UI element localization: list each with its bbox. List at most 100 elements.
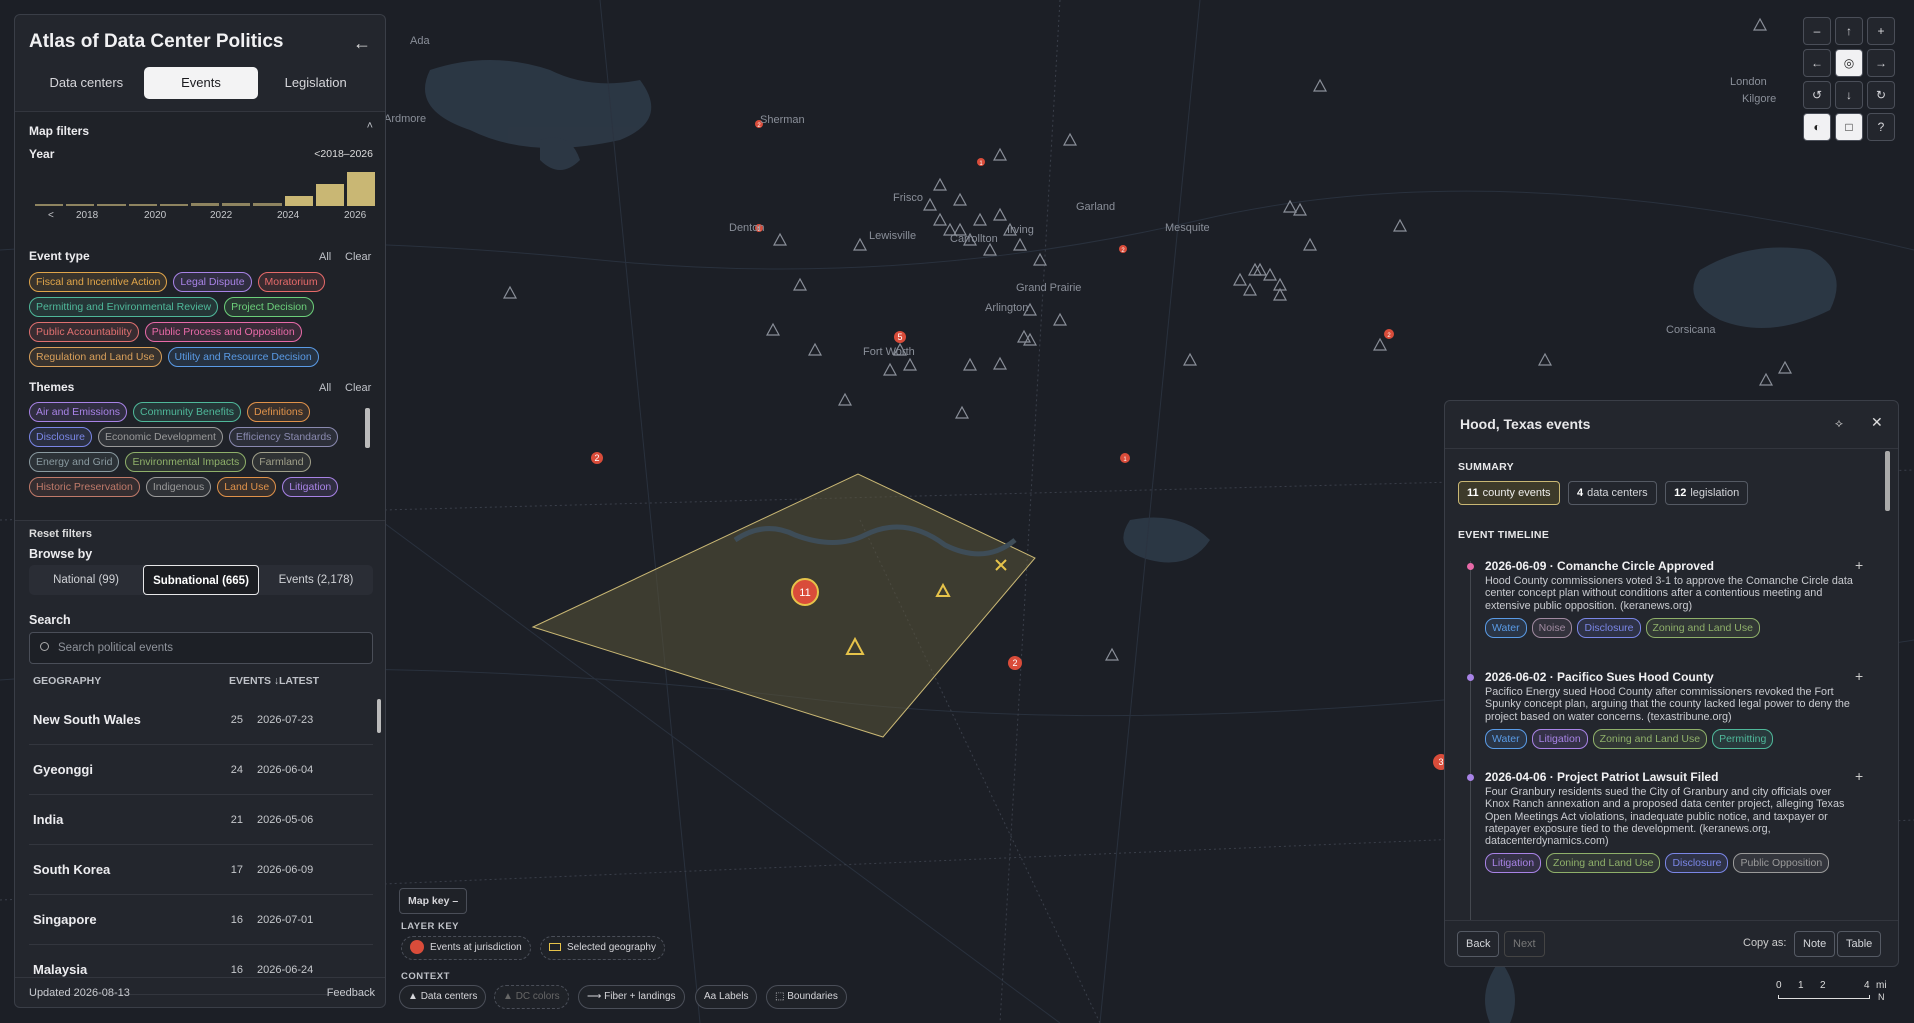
year-bar[interactable] [346,172,376,206]
timeline-event[interactable]: 2026-04-06 · Project Patriot Lawsuit Fil… [1485,770,1855,874]
feedback-link[interactable]: Feedback [327,987,375,999]
year-bar[interactable] [315,183,344,206]
event-tag[interactable]: Litigation [1531,728,1588,749]
map-control-button[interactable]: → [1867,49,1895,77]
table-row[interactable]: South Korea 17 2026-06-09 [29,845,373,895]
browse-tab-subnational[interactable]: Subnational (665) [143,565,259,595]
theme-chip[interactable]: Indigenous [145,477,212,497]
event-tag[interactable]: Disclosure [1577,617,1641,638]
event-tag[interactable]: Permitting [1712,728,1774,749]
browse-tab-events[interactable]: Events (2,178) [259,565,373,595]
year-histogram[interactable] [35,170,376,206]
close-icon[interactable]: ✕ [1871,414,1883,431]
theme-chip[interactable]: Historic Preservation [29,477,140,497]
timeline-event[interactable]: 2026-06-02 · Pacifico Sues Hood County P… [1485,670,1855,749]
event-type-chip[interactable]: Permitting and Environmental Review [29,297,219,317]
table-row[interactable]: India 21 2026-05-06 [29,795,373,845]
col-latest[interactable]: LATEST [279,675,319,687]
map-control-button[interactable]: □ [1835,113,1863,141]
tab-events[interactable]: Events [143,67,259,99]
theme-chip[interactable]: Community Benefits [133,402,241,422]
event-type-chip[interactable]: Fiscal and Incentive Action [29,272,168,292]
event-type-chip[interactable]: Moratorium [257,272,325,292]
copy-note-button[interactable]: Note [1794,931,1836,957]
pin-icon[interactable]: ⟡ [1835,416,1843,431]
map-control-button[interactable]: ↺ [1803,81,1831,109]
event-type-chip[interactable]: Project Decision [224,297,314,317]
tab-legislation[interactable]: Legislation [258,67,373,99]
theme-chip[interactable]: Air and Emissions [29,402,128,422]
year-bar[interactable] [97,204,126,206]
year-bar[interactable] [159,204,188,206]
timeline-event[interactable]: 2026-06-09 · Comanche Circle Approved Ho… [1485,559,1855,638]
theme-chip[interactable]: Litigation [282,477,339,497]
table-row[interactable]: Singapore 16 2026-07-01 [29,895,373,945]
search-input[interactable] [58,633,358,663]
context-fiber-toggle[interactable]: ⟶ Fiber + landings [578,985,685,1009]
back-button[interactable]: Back [1457,931,1500,957]
event-tag[interactable]: Water [1485,617,1527,638]
summary-data-centers[interactable]: 4 data centers [1567,481,1657,505]
theme-chip[interactable]: Definitions [246,402,311,422]
event-tag[interactable]: Zoning and Land Use [1592,728,1708,749]
year-bar[interactable] [128,204,157,206]
year-bar[interactable] [190,203,220,206]
map-key-button[interactable]: Map key – [399,888,468,914]
context-dc-colors-toggle[interactable]: ▲ DC colors [494,985,569,1009]
arrow-left-icon[interactable]: ← [353,33,371,54]
context-data-centers-toggle[interactable]: ▲ Data centers [399,985,487,1009]
map-control-button[interactable]: ◎ [1835,49,1863,77]
theme-chip[interactable]: Land Use [217,477,277,497]
themes-scrollbar[interactable] [365,408,370,448]
theme-chip[interactable]: Energy and Grid [29,452,120,472]
add-icon[interactable]: + [1855,768,1863,784]
event-type-chip[interactable]: Utility and Resource Decision [167,347,319,367]
map-control-button[interactable]: + [1867,17,1895,45]
add-icon[interactable]: + [1855,557,1863,573]
context-boundaries-toggle[interactable]: ⬚ Boundaries [766,985,847,1009]
add-icon[interactable]: + [1855,668,1863,684]
themes-all[interactable]: All [319,382,331,394]
col-events[interactable]: EVENTS ↓ [229,675,279,687]
event-type-chip[interactable]: Legal Dispute [173,272,252,292]
event-tag[interactable]: Noise [1531,617,1573,638]
next-button[interactable]: Next [1504,931,1545,957]
map-control-button[interactable]: ↓ [1835,81,1863,109]
map-control-button[interactable]: ? [1867,113,1895,141]
collapse-icon[interactable]: ˄ [367,120,373,132]
tab-data-centers[interactable]: Data centers [29,67,144,99]
event-tag[interactable]: Litigation [1485,853,1542,874]
themes-clear[interactable]: Clear [345,382,371,394]
col-geography[interactable]: GEOGRAPHY [33,675,101,687]
copy-table-button[interactable]: Table [1837,931,1882,957]
table-row[interactable]: New South Wales 25 2026-07-23 [29,695,373,745]
table-scrollbar[interactable] [377,699,381,733]
table-row[interactable]: Gyeonggi 24 2026-06-04 [29,745,373,795]
year-bar[interactable] [222,203,251,206]
map-control-button[interactable]: ← [1803,49,1831,77]
year-bar[interactable] [35,204,64,206]
year-bar[interactable] [66,204,95,206]
detail-scrollbar[interactable] [1885,451,1890,511]
year-bar[interactable] [253,203,282,206]
theme-chip[interactable]: Farmland [252,452,311,472]
map-control-button[interactable]: ↻ [1867,81,1895,109]
theme-chip[interactable]: Efficiency Standards [228,427,339,447]
layer-selected-geography-toggle[interactable]: Selected geography [540,936,665,960]
event-type-chip[interactable]: Public Process and Opposition [144,322,302,342]
event-tag[interactable]: Public Opposition [1733,853,1830,874]
map-control-button[interactable]: – [1803,17,1831,45]
browse-tab-national[interactable]: National (99) [29,565,143,595]
map-control-button[interactable]: ◐ [1803,113,1831,141]
layer-events-toggle[interactable]: Events at jurisdiction [401,936,531,960]
year-bar[interactable] [284,196,313,206]
theme-chip[interactable]: Disclosure [29,427,93,447]
context-labels-toggle[interactable]: Aa Labels [695,985,758,1009]
event-tag[interactable]: Disclosure [1665,853,1729,874]
map-control-button[interactable]: ↑ [1835,17,1863,45]
reset-filters-link[interactable]: Reset filters [29,528,92,540]
theme-chip[interactable]: Environmental Impacts [125,452,247,472]
event-type-clear[interactable]: Clear [345,251,371,263]
theme-chip[interactable]: Economic Development [98,427,223,447]
event-tag[interactable]: Zoning and Land Use [1546,853,1661,874]
